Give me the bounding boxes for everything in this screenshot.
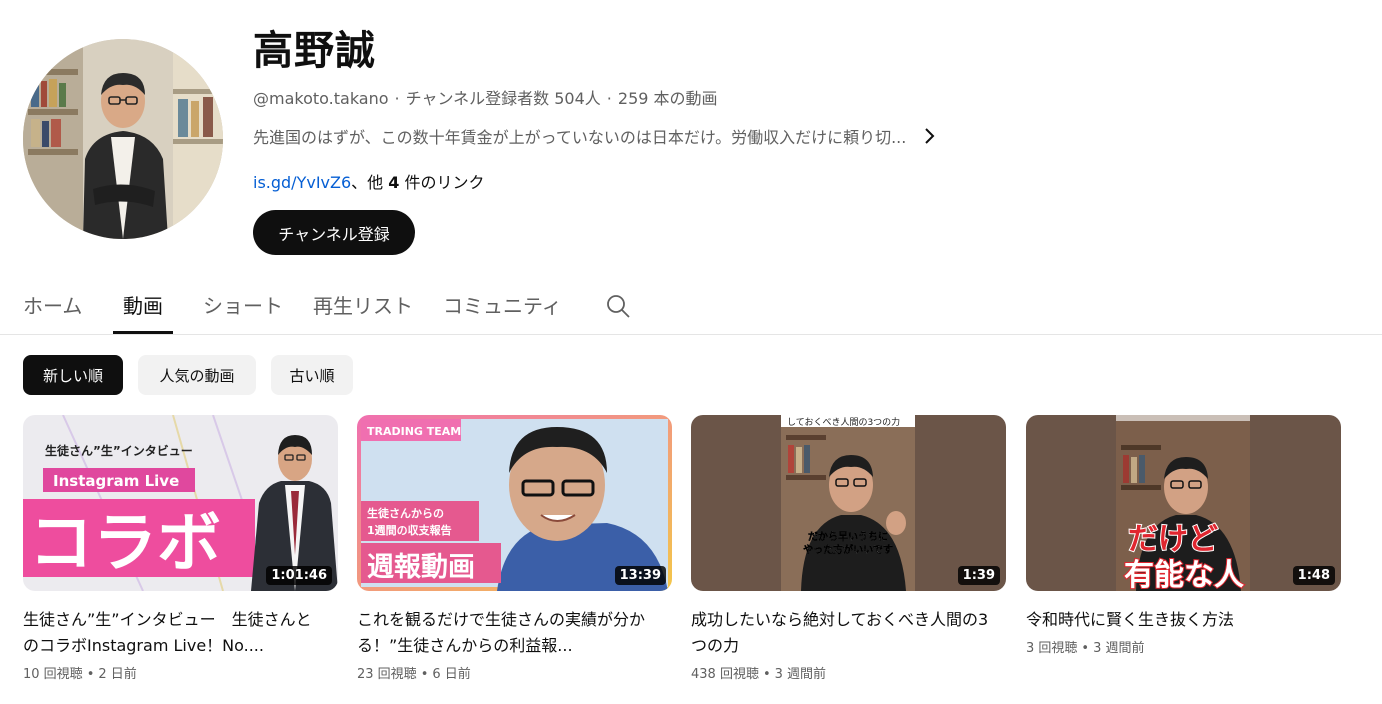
meta-dot: • (762, 667, 771, 682)
video-title[interactable]: 生徒さん”生”インタビュー 生徒さんとのコラボInstagram Live！No… (23, 607, 323, 659)
video-card[interactable]: だけど 有能な人 1:48 令和時代に賢く生き抜く方法 3 回視聴 • 3 週間前 (1026, 415, 1341, 656)
link-suffix: 、他 (351, 173, 389, 192)
video-thumbnail[interactable]: TRADING TEAM 生徒さんからの 1週間の収支報告 週報動画 13:39 (357, 415, 672, 591)
view-count: 23 回視聴 (357, 667, 417, 682)
thumb-text-line2: 1週間の収支報告 (367, 523, 452, 537)
thumb-text-tag: TRADING TEAM (367, 425, 461, 438)
video-meta: 10 回視聴 • 2 日前 (23, 663, 338, 682)
channel-link[interactable]: is.gd/YvIvZ6 (253, 173, 351, 192)
channel-meta: @makoto.takano · チャンネル登録者数 504人 · 259 本の動画 (253, 85, 718, 109)
chip-oldest[interactable]: 古い順 (271, 355, 353, 395)
view-count: 438 回視聴 (691, 667, 759, 682)
meta-dot: • (420, 667, 429, 682)
video-meta: 3 回視聴 • 3 週間前 (1026, 637, 1341, 656)
meta-separator: · (394, 89, 400, 108)
video-meta: 438 回視聴 • 3 週間前 (691, 663, 1006, 682)
channel-tabs: ホーム 動画 ショート 再生リスト コミュニティ (0, 280, 1382, 335)
meta-separator: · (606, 89, 612, 108)
tab-home[interactable]: ホーム (23, 290, 82, 319)
channel-avatar[interactable] (23, 39, 223, 239)
chip-newest[interactable]: 新しい順 (23, 355, 123, 395)
upload-age: 3 週間前 (774, 667, 827, 682)
video-title[interactable]: これを観るだけで生徒さんの実績が分かる！”生徒さんからの利益報... (357, 607, 657, 659)
thumb-text-big: コラボ (29, 507, 221, 581)
link-count[interactable]: 4 (388, 173, 399, 192)
view-count: 10 回視聴 (23, 667, 83, 682)
video-meta: 23 回視聴 • 6 日前 (357, 663, 672, 682)
thumb-text-line2: 有能な人 (1124, 558, 1244, 591)
chevron-right-icon[interactable] (920, 126, 940, 146)
channel-links: is.gd/YvIvZ6、他 4 件のリンク (253, 169, 484, 193)
description-text[interactable]: 先進国のはずが、この数十年賃金が上がっていないのは日本だけ。労働収入だけに頼り切… (253, 124, 906, 148)
subscriber-count: チャンネル登録者数 504人 (405, 89, 601, 108)
search-icon[interactable] (604, 292, 632, 320)
video-card[interactable]: しておくべき人間の3つの力 だから早いうちに やった方がいいです 1:39 成功… (691, 415, 1006, 682)
channel-description[interactable]: 先進国のはずが、この数十年賃金が上がっていないのは日本だけ。労働収入だけに頼り切… (253, 124, 940, 148)
tab-community[interactable]: コミュニティ (443, 290, 562, 319)
thumb-text-line1: だから早いうちに (808, 531, 888, 543)
video-title[interactable]: 成功したいなら絶対しておくべき人間の3つの力 (691, 607, 991, 659)
subscribe-button[interactable]: チャンネル登録 (253, 210, 415, 255)
video-thumbnail[interactable]: 生徒さん”生”インタビュー Instagram Live コラボ 1:01:46 (23, 415, 338, 591)
thumb-text-banner: Instagram Live (53, 472, 179, 490)
channel-name: 高野誠 (253, 28, 376, 74)
thumb-text-line1: 生徒さんからの (367, 506, 444, 520)
active-tab-indicator (113, 331, 173, 334)
upload-age: 3 週間前 (1093, 641, 1145, 656)
chip-popular[interactable]: 人気の動画 (138, 355, 256, 395)
tab-shorts[interactable]: ショート (203, 290, 283, 319)
thumb-text-line2: やった方がいいです (803, 543, 893, 556)
video-thumbnail[interactable]: しておくべき人間の3つの力 だから早いうちに やった方がいいです 1:39 (691, 415, 1006, 591)
thumb-text-top: しておくべき人間の3つの力 (787, 416, 900, 428)
tab-playlists[interactable]: 再生リスト (313, 290, 413, 319)
video-thumbnail[interactable]: だけど 有能な人 1:48 (1026, 415, 1341, 591)
meta-dot: • (1081, 641, 1090, 656)
video-duration: 1:48 (1292, 566, 1335, 585)
view-count: 3 回視聴 (1026, 641, 1078, 656)
video-card[interactable]: 生徒さん”生”インタビュー Instagram Live コラボ 1:01:46… (23, 415, 338, 682)
video-duration: 1:01:46 (266, 566, 332, 585)
video-title[interactable]: 令和時代に賢く生き抜く方法 (1026, 607, 1326, 633)
tab-videos[interactable]: 動画 (123, 290, 163, 319)
meta-dot: • (86, 667, 95, 682)
upload-age: 2 日前 (98, 667, 137, 682)
link-suffix-post[interactable]: 件のリンク (399, 173, 484, 192)
video-card[interactable]: TRADING TEAM 生徒さんからの 1週間の収支報告 週報動画 13:39… (357, 415, 672, 682)
upload-age: 6 日前 (432, 667, 471, 682)
thumb-text-big: 週報動画 (367, 552, 475, 583)
channel-handle: @makoto.takano (253, 89, 389, 108)
video-count: 259 本の動画 (617, 89, 718, 108)
thumb-text-top: 生徒さん”生”インタビュー (45, 443, 193, 458)
video-duration: 13:39 (614, 566, 666, 585)
thumb-text-line1: だけど (1128, 522, 1218, 557)
video-duration: 1:39 (957, 566, 1000, 585)
